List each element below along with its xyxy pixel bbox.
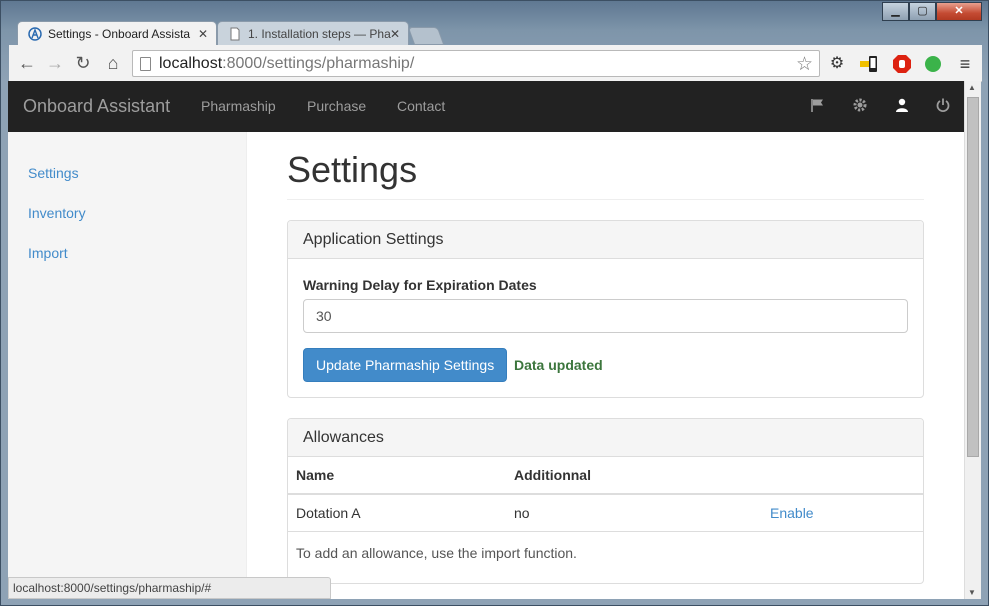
column-header-additional: Additionnal <box>506 457 762 495</box>
document-icon <box>230 27 240 41</box>
allowances-table: Name Additionnal Dotation A no Enable <box>288 457 923 532</box>
sidebar-item-inventory[interactable]: Inventory <box>28 205 86 221</box>
mobile-extension-icon[interactable] <box>859 54 879 74</box>
gear-icon[interactable] <box>852 97 868 113</box>
power-icon[interactable] <box>935 97 951 113</box>
maximize-button[interactable]: ▢ <box>909 2 936 21</box>
scroll-up-arrow-icon[interactable]: ▲ <box>968 83 976 92</box>
nav-link-pharmaship[interactable]: Pharmaship <box>201 98 276 114</box>
panel-heading: Application Settings <box>288 221 923 259</box>
tab-title: 1. Installation steps — Pha <box>248 27 391 41</box>
tab-close-icon[interactable]: ✕ <box>198 22 208 46</box>
column-header-name: Name <box>288 457 506 495</box>
top-navbar: Onboard Assistant Pharmaship Purchase Co… <box>8 81 964 132</box>
nav-link-contact[interactable]: Contact <box>397 98 445 114</box>
tab-close-icon[interactable]: ✕ <box>390 22 400 46</box>
reload-icon[interactable]: ↻ <box>73 53 93 73</box>
panel-heading: Allowances <box>288 419 923 457</box>
enable-allowance-link[interactable]: Enable <box>770 505 814 521</box>
menu-icon[interactable]: ≡ <box>955 54 975 74</box>
sidebar: Settings Inventory Import <box>8 132 247 599</box>
table-row: Dotation A no Enable <box>288 494 923 532</box>
tab-title: Settings - Onboard Assista <box>48 27 191 41</box>
page-title: Settings <box>287 149 418 190</box>
warning-delay-input[interactable] <box>303 299 908 333</box>
page-viewport: Onboard Assistant Pharmaship Purchase Co… <box>8 81 964 599</box>
app-logo-icon <box>28 27 42 41</box>
settings-gear-icon[interactable]: ⚙ <box>827 54 847 74</box>
allowance-additional: no <box>506 494 762 532</box>
warning-delay-label: Warning Delay for Expiration Dates <box>303 277 537 293</box>
bookmark-star-icon[interactable]: ☆ <box>796 53 813 76</box>
minimize-button[interactable]: ▁ <box>882 2 909 21</box>
allowances-help-text: To add an allowance, use the import func… <box>296 545 577 561</box>
brand-link[interactable]: Onboard Assistant <box>23 96 170 117</box>
adblock-icon[interactable] <box>892 54 912 74</box>
page-icon <box>140 57 151 71</box>
address-bar[interactable]: localhost:8000/settings/pharmaship/ ☆ <box>132 50 820 77</box>
sidebar-item-settings[interactable]: Settings <box>28 165 79 181</box>
allowances-panel: Allowances Name Additionnal Dotation A n… <box>287 418 924 584</box>
tab-installation-steps[interactable]: 1. Installation steps — Pha ✕ <box>217 21 409 46</box>
browser-toolbar: ← → ↻ ⌂ localhost:8000/settings/pharmash… <box>9 45 982 82</box>
table-header-row: Name Additionnal <box>288 457 923 495</box>
data-updated-status: Data updated <box>514 357 603 373</box>
window-controls: ▁ ▢ ✕ <box>882 2 982 21</box>
title-divider <box>287 199 924 200</box>
page-scrollbar[interactable]: ▲ ▼ <box>964 81 981 599</box>
scrollbar-thumb[interactable] <box>967 97 979 457</box>
update-settings-button[interactable]: Update Pharmaship Settings <box>303 348 508 382</box>
column-header-action <box>762 457 923 495</box>
allowance-name: Dotation A <box>288 494 506 532</box>
evernote-icon[interactable] <box>923 54 943 74</box>
new-tab-button[interactable] <box>407 27 445 45</box>
status-url-bubble: localhost:8000/settings/pharmaship/# <box>8 577 331 599</box>
close-window-button[interactable]: ✕ <box>936 2 982 21</box>
nav-link-purchase[interactable]: Purchase <box>307 98 366 114</box>
application-settings-panel: Application Settings Warning Delay for E… <box>287 220 924 398</box>
home-icon[interactable]: ⌂ <box>103 53 123 73</box>
tab-strip: Settings - Onboard Assista ✕ 1. Installa… <box>9 19 879 46</box>
tab-settings[interactable]: Settings - Onboard Assista ✕ <box>17 21 217 46</box>
back-arrow-icon[interactable]: ← <box>17 53 37 73</box>
sidebar-item-import[interactable]: Import <box>28 245 68 261</box>
forward-arrow-icon[interactable]: → <box>45 53 65 73</box>
scroll-down-arrow-icon[interactable]: ▼ <box>968 588 976 597</box>
flag-icon[interactable] <box>810 97 826 113</box>
url-text: localhost:8000/settings/pharmaship/ <box>159 55 415 72</box>
user-icon[interactable] <box>894 97 910 113</box>
